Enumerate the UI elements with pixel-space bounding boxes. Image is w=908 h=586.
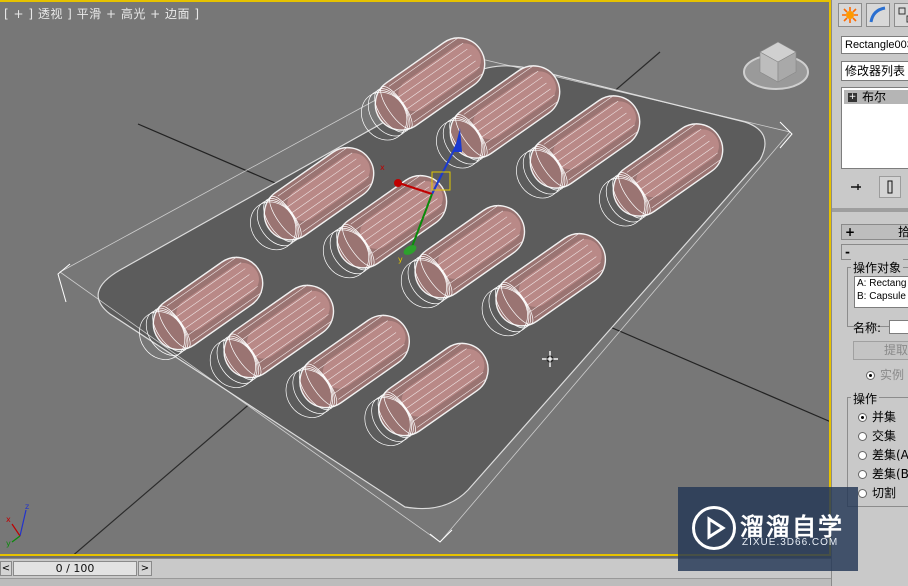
op-label: 差集(B xyxy=(872,467,908,481)
operand-b[interactable]: B: Capsule xyxy=(857,290,908,303)
track-bar[interactable] xyxy=(0,578,831,586)
scene-canvas[interactable]: x y xyxy=(0,2,831,556)
op-cut-radio[interactable]: 切割 xyxy=(858,484,896,501)
operand-a[interactable]: A: Rectang xyxy=(857,277,908,290)
radio-dot xyxy=(858,432,867,441)
modifier-stack[interactable]: + 布尔 xyxy=(841,87,908,169)
extract-operand-button[interactable]: 提取 xyxy=(853,341,908,360)
op-union-radio[interactable]: 并集 xyxy=(858,408,896,425)
operands-title: 操作对象 xyxy=(851,259,904,276)
create-tab-icon[interactable] xyxy=(838,3,862,27)
viewcube-icon xyxy=(743,41,809,90)
selection-bracket xyxy=(779,121,793,149)
op-label: 交集 xyxy=(872,429,897,443)
panel-divider xyxy=(832,208,908,212)
svg-text:y: y xyxy=(398,255,403,264)
name-label: 名称: xyxy=(853,321,882,335)
instance-radio[interactable]: 实例 xyxy=(866,366,904,383)
perspective-viewport[interactable]: [ + ] 透视 ] 平滑 + 高光 + 边面 ] x y z x y xyxy=(0,0,831,556)
axis-x-label: x xyxy=(6,515,11,524)
rollout-collapse-icon: - xyxy=(845,245,850,259)
modify-tab-icon[interactable] xyxy=(866,3,890,27)
radio-dot xyxy=(858,413,867,422)
time-slider[interactable]: 0 / 100 xyxy=(13,561,137,576)
object-name-field[interactable]: Rectangle003 xyxy=(841,36,908,54)
stack-item-boolean[interactable]: + 布尔 xyxy=(844,90,908,104)
axis-y-label: y xyxy=(6,539,11,548)
pin-stack-button[interactable] xyxy=(845,176,867,198)
time-next-button[interactable]: > xyxy=(138,561,152,576)
svg-text:x: x xyxy=(380,163,385,172)
hierarchy-tab-icon[interactable] xyxy=(894,3,908,27)
rollout-parameters[interactable]: - xyxy=(841,244,908,260)
radio-dot xyxy=(858,451,867,460)
axis-z-label: z xyxy=(25,502,29,511)
rollout-pick-boolean[interactable]: + 拾 xyxy=(841,224,908,240)
play-logo-icon xyxy=(692,506,736,550)
watermark-logo: 溜溜自学 ZIXUE.3D66.COM xyxy=(678,487,858,571)
op-intersection-radio[interactable]: 交集 xyxy=(858,427,896,444)
op-subtract-ba-radio[interactable]: 差集(B xyxy=(858,465,908,482)
operation-title: 操作 xyxy=(851,390,880,407)
radio-dot xyxy=(858,470,867,479)
expand-icon[interactable]: + xyxy=(848,93,857,102)
rollout-title: 拾 xyxy=(898,225,908,239)
show-end-result-button[interactable] xyxy=(879,176,901,198)
op-label: 切割 xyxy=(872,486,897,500)
stack-toolbar xyxy=(841,176,908,198)
app-window: [ + ] 透视 ] 平滑 + 高光 + 边面 ] x y z x y Rect… xyxy=(0,0,908,586)
instance-label: 实例 xyxy=(880,368,905,382)
radio-dot xyxy=(866,371,875,380)
operands-list[interactable]: A: Rectang B: Capsule xyxy=(854,276,908,308)
modifier-list-dropdown[interactable]: 修改器列表 xyxy=(841,61,908,81)
stack-item-label: 布尔 xyxy=(862,90,887,104)
op-label: 并集 xyxy=(872,410,897,424)
time-prev-button[interactable]: < xyxy=(0,561,12,576)
op-subtract-ab-radio[interactable]: 差集(A xyxy=(858,446,908,463)
radio-dot xyxy=(858,489,867,498)
rollout-expand-icon: + xyxy=(845,225,856,239)
op-label: 差集(A xyxy=(872,448,908,462)
name-field[interactable] xyxy=(889,320,908,334)
axis-tripod-icon: z x y xyxy=(6,502,29,548)
watermark-url: ZIXUE.3D66.COM xyxy=(742,537,839,548)
